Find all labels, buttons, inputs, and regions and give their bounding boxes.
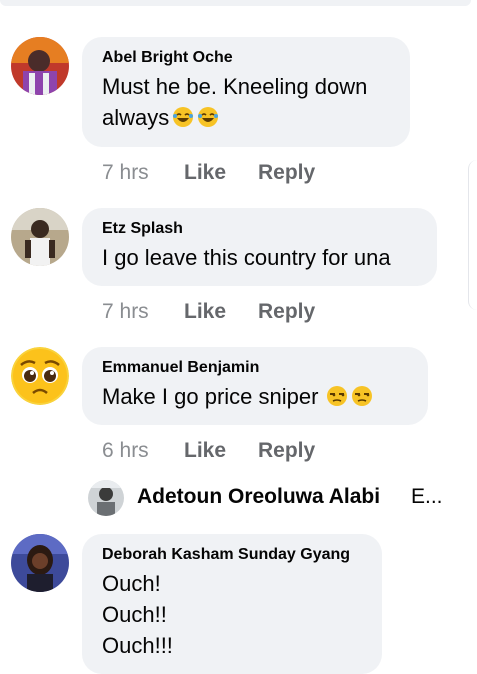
rolling-on-floor-laughing-icon: [173, 107, 194, 127]
like-button[interactable]: Like: [184, 438, 226, 464]
comment-text-line: Make I go price sniper: [102, 384, 319, 409]
comment-text: Ouch! Ouch!! Ouch!!!: [102, 568, 362, 661]
comment-author[interactable]: Abel Bright Oche: [102, 49, 390, 67]
reply-button[interactable]: Reply: [258, 438, 315, 464]
avatar-photo-adetoun: [88, 480, 124, 516]
pleading-face-avatar-icon: [11, 347, 69, 405]
previous-comment-strip: [0, 0, 477, 14]
avatar-photo-etz: [11, 208, 69, 266]
avatar[interactable]: [11, 534, 69, 592]
comment-bubble[interactable]: Deborah Kasham Sunday Gyang Ouch! Ouch!!…: [82, 534, 382, 674]
comment-text: I go leave this country for una: [102, 245, 391, 270]
comment-text-line: Ouch!: [102, 571, 161, 596]
avatar[interactable]: [88, 480, 124, 516]
comment-text: Must he be. Kneeling down always: [102, 71, 390, 133]
comment-author[interactable]: Emmanuel Benjamin: [102, 359, 408, 377]
reply-button[interactable]: Reply: [258, 160, 315, 186]
reply-button[interactable]: Reply: [258, 299, 315, 325]
comment-actions: 6 hrs Like Reply: [102, 438, 402, 464]
comment-bubble[interactable]: Emmanuel Benjamin Make I go price sniper: [82, 347, 428, 425]
comment-text-line-with-emoji: always: [102, 102, 390, 133]
unamused-face-icon: [352, 386, 373, 406]
previous-bubble-edge: [0, 0, 471, 6]
comment-text-line: always: [102, 105, 170, 130]
avatar[interactable]: [11, 347, 69, 405]
like-button[interactable]: Like: [184, 160, 226, 186]
comment-bubble[interactable]: Abel Bright Oche Must he be. Kneeling do…: [82, 37, 410, 147]
rolling-on-floor-laughing-icon: [198, 107, 219, 127]
comment-text-line: Must he be. Kneeling down: [102, 74, 368, 99]
comment-author[interactable]: Etz Splash: [102, 220, 417, 238]
comment-text: Make I go price sniper: [102, 381, 408, 412]
avatar[interactable]: [11, 208, 69, 266]
comment-timestamp[interactable]: 7 hrs: [102, 160, 149, 186]
avatar-photo-abel: [11, 37, 69, 95]
reply-author[interactable]: Adetoun Oreoluwa Alabi: [137, 485, 380, 509]
comment-text-line: Ouch!!!: [102, 633, 173, 658]
comment-timestamp[interactable]: 7 hrs: [102, 299, 149, 325]
comment-author[interactable]: Deborah Kasham Sunday Gyang: [102, 546, 362, 564]
avatar-photo-deborah: [11, 534, 69, 592]
comment-text-line: Ouch!!: [102, 602, 167, 627]
unamused-face-icon: [327, 386, 348, 406]
comment-timestamp[interactable]: 6 hrs: [102, 438, 149, 464]
comment-actions: 7 hrs Like Reply: [102, 299, 402, 325]
comment-bubble[interactable]: Etz Splash I go leave this country for u…: [82, 208, 437, 286]
avatar[interactable]: [11, 37, 69, 95]
side-panel-edge: [468, 160, 477, 310]
comment-actions: 7 hrs Like Reply: [102, 160, 402, 186]
like-button[interactable]: Like: [184, 299, 226, 325]
reply-snippet: E...: [411, 485, 443, 508]
